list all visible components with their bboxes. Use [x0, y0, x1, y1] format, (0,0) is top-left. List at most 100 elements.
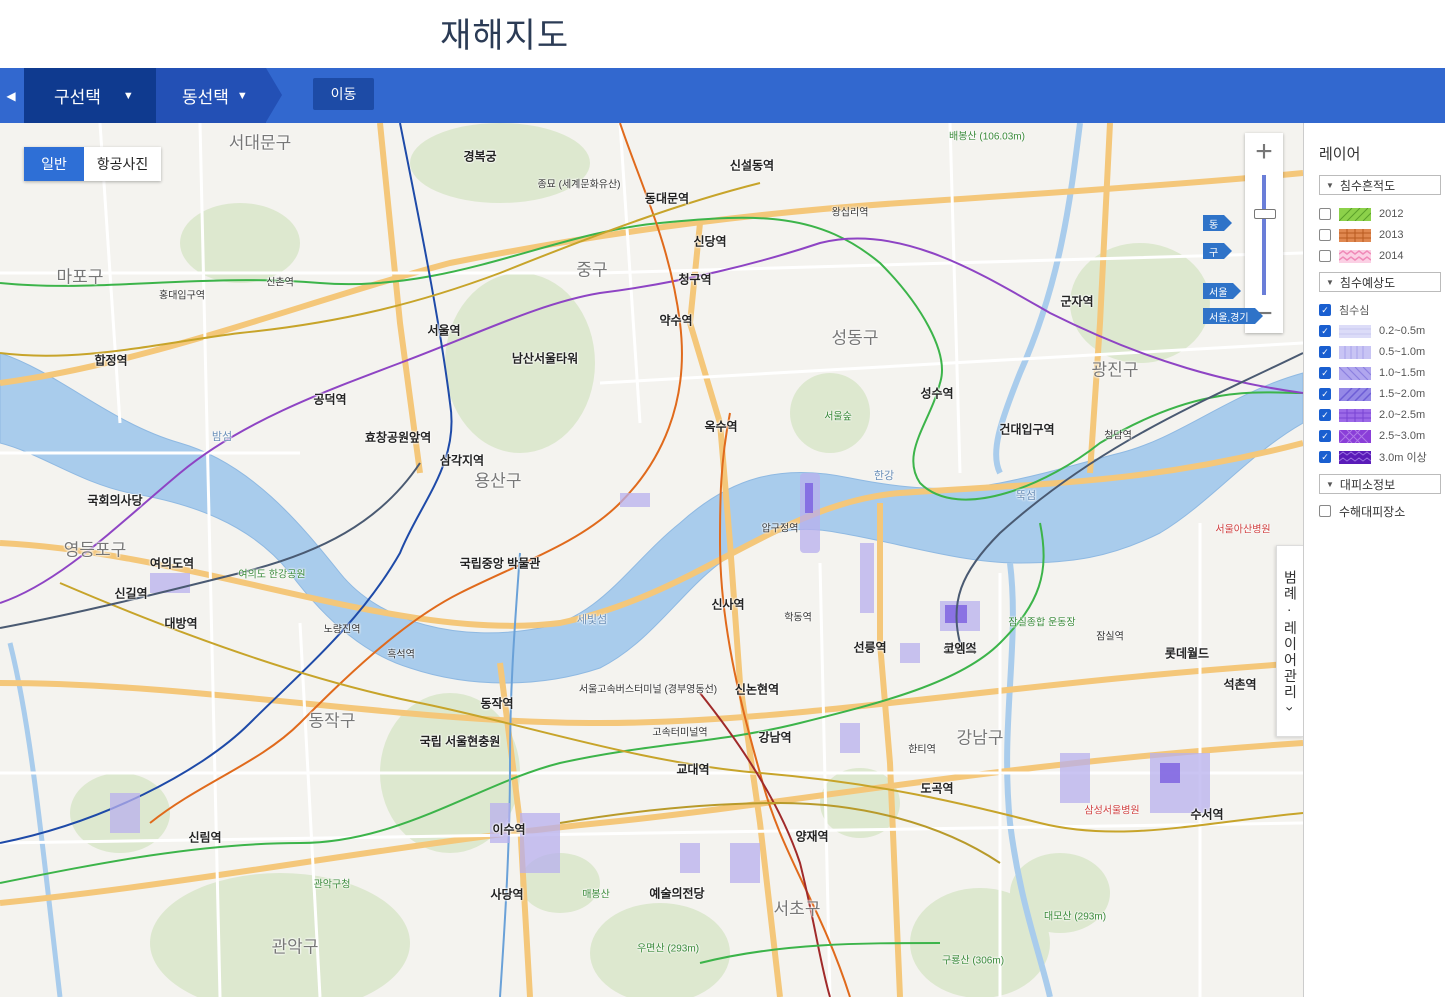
layer-checkbox[interactable]: ✓: [1319, 325, 1331, 337]
station-label[interactable]: 여의도역: [150, 555, 194, 572]
layer-item[interactable]: ✓ 3.0m 이상: [1319, 448, 1427, 466]
station-label[interactable]: 신길역: [114, 585, 147, 602]
layer-item-label: 3.0m 이상: [1379, 452, 1427, 464]
station-label[interactable]: 흑석역: [387, 646, 415, 661]
station-label[interactable]: 동작역: [480, 695, 513, 712]
station-label[interactable]: 동대문역: [645, 190, 689, 207]
station-label[interactable]: 사당역: [490, 886, 523, 903]
landmark-label: 서울고속버스터미널 (경부영동선): [578, 684, 718, 696]
zoom-level-tag-gu[interactable]: 구: [1203, 243, 1233, 259]
landmark-label: 여의도 한강공원: [238, 569, 306, 581]
layer-checkbox[interactable]: ✓: [1319, 430, 1331, 442]
landmark-label: 국립중앙 박물관: [459, 556, 541, 571]
layer-item-label: 0.5~1.0m: [1379, 346, 1426, 358]
layer-checkbox[interactable]: ✓: [1319, 304, 1331, 316]
station-label[interactable]: 노량진역: [324, 621, 361, 636]
layer-item[interactable]: ✓ 침수심: [1319, 301, 1369, 319]
layer-checkbox[interactable]: ✓: [1319, 409, 1331, 421]
station-label[interactable]: 석촌역: [1223, 676, 1256, 693]
station-label[interactable]: 강남역: [758, 729, 791, 746]
layer-item-label: 2014: [1379, 250, 1404, 262]
station-label[interactable]: 성수역: [920, 385, 953, 402]
layer-item[interactable]: 2014: [1319, 247, 1403, 265]
layer-group-flood-prediction[interactable]: ▼ 침수예상도: [1319, 272, 1441, 292]
station-label[interactable]: 고속터미널역: [652, 724, 707, 739]
zoom-level-tag-seoul[interactable]: 서울: [1203, 283, 1242, 299]
layer-checkbox[interactable]: ✓: [1319, 388, 1331, 400]
station-label[interactable]: 잠실역: [1096, 628, 1124, 643]
zoom-level-tag-dong[interactable]: 동: [1203, 215, 1233, 231]
landmark-label: 서울숲: [824, 411, 852, 423]
station-label[interactable]: 청구역: [678, 271, 711, 288]
station-label[interactable]: 이수역: [492, 821, 525, 838]
zoom-slider-track[interactable]: [1262, 175, 1266, 295]
station-label[interactable]: 압구정역: [762, 520, 799, 535]
collapse-left-icon[interactable]: ◀: [0, 68, 22, 123]
station-label[interactable]: 옥수역: [704, 418, 737, 435]
layer-checkbox[interactable]: ✓: [1319, 367, 1331, 379]
station-label[interactable]: 홍대입구역: [159, 287, 205, 302]
station-label[interactable]: 삼각지역: [440, 452, 484, 469]
station-label[interactable]: 신당역: [693, 233, 726, 250]
station-label[interactable]: 건대입구역: [999, 421, 1054, 438]
landmark-label: 코엑스: [943, 641, 977, 656]
zoom-slider-handle[interactable]: [1254, 209, 1276, 220]
station-label[interactable]: 교대역: [676, 761, 709, 778]
layer-checkbox[interactable]: ✓: [1319, 451, 1331, 463]
legend-layer-tab[interactable]: 범례 · 레이어관리 ›: [1276, 545, 1303, 737]
station-label[interactable]: 청담역: [1104, 427, 1132, 442]
gu-select-label: 구선택: [54, 88, 101, 107]
station-label[interactable]: 서울역: [427, 322, 460, 339]
zoom-in-button[interactable]: +: [1245, 133, 1283, 171]
station-label[interactable]: 대방역: [164, 615, 197, 632]
layer-item[interactable]: ✓ 0.2~0.5m: [1319, 322, 1425, 340]
depth-swatch: [1339, 408, 1371, 422]
layer-group-shelter[interactable]: ▼ 대피소정보: [1319, 474, 1441, 494]
station-label[interactable]: 약수역: [659, 312, 692, 329]
layer-item-label: 수해대피장소: [1339, 504, 1406, 519]
layer-item-label: 2012: [1379, 208, 1404, 220]
dong-select[interactable]: 동선택 ▼: [156, 68, 266, 123]
layer-item[interactable]: ✓ 2.5~3.0m: [1319, 427, 1425, 445]
station-label[interactable]: 수서역: [1190, 806, 1223, 823]
station-label[interactable]: 왕십리역: [832, 204, 869, 219]
station-label[interactable]: 합정역: [94, 352, 127, 369]
layer-item[interactable]: 2012: [1319, 205, 1403, 223]
layer-checkbox[interactable]: [1319, 505, 1331, 517]
district-label: 용산구: [474, 471, 522, 491]
landmark-label: 삼성서울병원: [1084, 805, 1140, 817]
map-type-aerial-button[interactable]: 항공사진: [84, 147, 161, 181]
map-type-normal-button[interactable]: 일반: [24, 147, 84, 181]
layer-item-label: 1.0~1.5m: [1379, 367, 1426, 379]
station-label[interactable]: 신설동역: [730, 157, 774, 174]
move-button[interactable]: 이동: [313, 78, 374, 110]
zoom-level-tag-seoul-gyeonggi[interactable]: 서울,경기: [1203, 308, 1263, 324]
station-label[interactable]: 효창공원앞역: [365, 429, 431, 446]
layer-checkbox[interactable]: [1319, 208, 1331, 220]
layer-item[interactable]: 수해대피장소: [1319, 502, 1405, 520]
station-label[interactable]: 신림역: [188, 829, 221, 846]
gu-select[interactable]: 구선택 ▼: [24, 68, 156, 123]
layer-checkbox[interactable]: ✓: [1319, 346, 1331, 358]
station-label[interactable]: 학동역: [784, 609, 812, 624]
station-label[interactable]: 신논현역: [735, 681, 779, 698]
station-label[interactable]: 신사역: [711, 596, 744, 613]
layer-checkbox[interactable]: [1319, 250, 1331, 262]
layer-item[interactable]: ✓ 1.0~1.5m: [1319, 364, 1425, 382]
layer-item[interactable]: 2013: [1319, 226, 1403, 244]
station-label[interactable]: 도곡역: [920, 780, 953, 797]
station-label[interactable]: 군자역: [1060, 293, 1093, 310]
layer-item-label: 2.0~2.5m: [1379, 409, 1426, 421]
station-label[interactable]: 공덕역: [313, 391, 346, 408]
layer-checkbox[interactable]: [1319, 229, 1331, 241]
station-label[interactable]: 양재역: [795, 828, 828, 845]
map-canvas[interactable]: 마포구 서대문구 중구 용산구 성동구 광진구 영등포구 동작구 강남구 서초구…: [0, 123, 1303, 997]
station-label[interactable]: 한티역: [908, 741, 936, 756]
layer-item[interactable]: ✓ 0.5~1.0m: [1319, 343, 1425, 361]
station-label[interactable]: 선릉역: [853, 639, 886, 656]
layer-item[interactable]: ✓ 1.5~2.0m: [1319, 385, 1425, 403]
dong-select-label: 동선택: [182, 88, 229, 107]
layer-group-flood-trace[interactable]: ▼ 침수흔적도: [1319, 175, 1441, 195]
station-label[interactable]: 신촌역: [266, 274, 294, 289]
layer-item[interactable]: ✓ 2.0~2.5m: [1319, 406, 1425, 424]
